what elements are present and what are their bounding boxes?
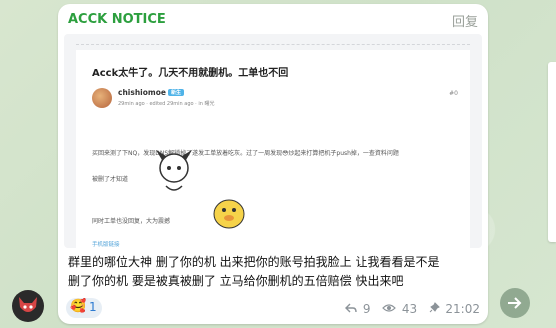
author-avatar (92, 88, 112, 108)
reaction-chip[interactable]: 🥰 1 (66, 298, 102, 318)
message-stats: 9 43 21:02 (345, 302, 480, 316)
reaction-count: 1 (89, 300, 97, 314)
post-paragraph-2: 被删了才知道 (92, 176, 129, 183)
message-text-line-2: 删了你的机 要是被真被删了 立马给你删机的五倍赔偿 快出来吧 (68, 274, 404, 288)
forum-post-card: Acck太牛了。几天不用就删机。工单也不回 chishiomoe 新生 29min… (76, 50, 470, 248)
message-time: 21:02 (445, 302, 480, 316)
sticker-doodle-2 (213, 199, 245, 229)
author-name-text: chishiomoe (118, 88, 166, 97)
wolf-avatar-icon (19, 297, 37, 312)
channel-avatar[interactable] (12, 290, 44, 322)
attached-screenshot[interactable]: Acck太牛了。几天不用就删机。工单也不回 chishiomoe 新生 29min… (64, 34, 482, 248)
post-paragraph-1: 买回来测了下NQ，发现DNS解锁掉了遂发工单放着吃灰。过了一周发现😳炒起来打算把… (92, 150, 399, 157)
sender-name[interactable]: ACCK NOTICE (68, 12, 166, 27)
post-number: #0 (449, 90, 458, 97)
reply-arrow-icon (345, 303, 357, 313)
message-bubble[interactable]: ACCK NOTICE 回复 Acck太牛了。几天不用就删机。工单也不回 chi… (58, 4, 488, 324)
author-name: chishiomoe 新生 (118, 88, 184, 97)
reaction-emoji: 🥰 (70, 299, 87, 314)
forward-button[interactable] (500, 288, 530, 318)
forward-arrow-icon (508, 297, 522, 309)
post-meta: 29min ago · edited 29min ago · in 曙光 (118, 101, 215, 107)
replies-count: 9 (362, 302, 371, 316)
next-message-edge (548, 62, 556, 242)
post-title: Acck太牛了。几天不用就删机。工单也不回 (92, 68, 289, 79)
message-text: 群里的哪位大神 删了你的机 出来把你的账号拍我脸上 让我看看是不是 删了你的机 … (68, 253, 483, 291)
views-count: 43 (401, 302, 418, 316)
post-footer-link: 手机版链接 (92, 242, 120, 248)
sticker-doodle-1 (156, 150, 192, 191)
pin-icon (429, 302, 440, 313)
post-paragraph-3: 同时工单也没回复，大为震撼 (92, 218, 171, 225)
message-text-line-1: 群里的哪位大神 删了你的机 出来把你的账号拍我脸上 让我看看是不是 (68, 255, 440, 269)
reply-button[interactable]: 回复 (452, 11, 478, 30)
eye-icon (382, 304, 396, 312)
author-tag: 新生 (167, 89, 184, 96)
divider (76, 44, 470, 45)
